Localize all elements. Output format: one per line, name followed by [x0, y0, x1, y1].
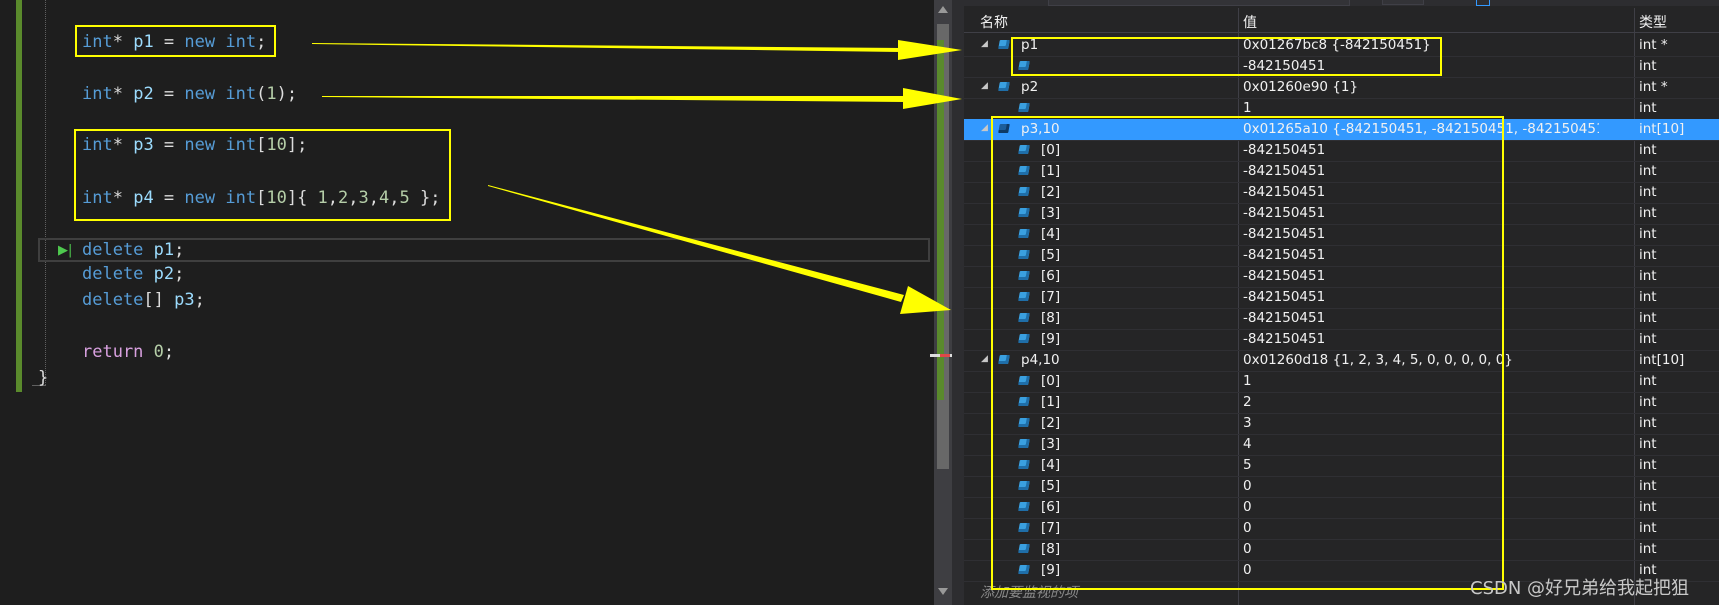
- code-line[interactable]: int* p2 = new int(1);: [82, 83, 297, 105]
- code-token: new: [184, 84, 216, 104]
- code-token: p1: [153, 240, 175, 260]
- watch-header: 名称 值 类型: [964, 8, 1719, 33]
- watch-type: int: [1639, 247, 1657, 263]
- watch-type: int: [1639, 163, 1657, 179]
- watch-type: int: [1639, 331, 1657, 347]
- change-tracking-bar: [16, 0, 22, 392]
- scrollbar-error-marker: [940, 354, 950, 357]
- code-token: []: [143, 290, 175, 310]
- watch-type: int: [1639, 373, 1657, 389]
- annotation-box-p1-code: [75, 25, 276, 57]
- code-line[interactable]: delete p2;: [82, 263, 184, 285]
- code-line[interactable]: }: [38, 367, 48, 389]
- column-header-name[interactable]: 名称: [980, 12, 1008, 32]
- code-token: ;: [194, 290, 205, 310]
- editor-scrollbar[interactable]: [930, 0, 954, 605]
- code-line[interactable]: delete[] p3;: [82, 289, 205, 311]
- code-token: *: [112, 84, 134, 104]
- code-editor[interactable]: ▶| int* p1 = new int; int* p2 = new int(1…: [0, 0, 954, 605]
- code-token: p2: [133, 84, 154, 104]
- watch-type: int: [1639, 289, 1657, 305]
- code-token: 1: [266, 84, 277, 104]
- scope-guide-line: [45, 0, 46, 385]
- watch-type: int: [1639, 478, 1657, 494]
- code-token: (: [256, 84, 267, 104]
- code-token: p2: [153, 264, 175, 284]
- collapse-triangle-icon[interactable]: ◢: [981, 81, 988, 91]
- watch-type: int: [1639, 268, 1657, 284]
- code-token: ;: [163, 342, 175, 362]
- code-token: return: [82, 342, 144, 362]
- watch-type: int: [1639, 226, 1657, 242]
- watch-toolbar: [964, 0, 1719, 6]
- collapse-triangle-icon[interactable]: ◢: [981, 123, 988, 133]
- code-line[interactable]: return 0;: [82, 341, 174, 363]
- scrollbar-change-marker: [937, 40, 944, 400]
- watch-type: int: [1639, 100, 1657, 116]
- pane-splitter[interactable]: [952, 0, 964, 605]
- collapse-triangle-icon[interactable]: ◢: [981, 39, 988, 49]
- watch-value[interactable]: 0x01260e90 {1}: [1243, 79, 1599, 95]
- watch-search-box[interactable]: [1048, 0, 1350, 6]
- watch-type: int: [1639, 310, 1657, 326]
- execution-arrow-icon: ▶|: [58, 243, 73, 258]
- annotation-box-p1-watch: [1011, 37, 1442, 76]
- scroll-up-icon[interactable]: [938, 6, 948, 13]
- code-token: ;: [174, 264, 185, 284]
- cube-icon: [1018, 103, 1030, 112]
- annotation-box-arrays-watch: [991, 116, 1504, 590]
- code-token: int: [82, 84, 113, 104]
- code-token: delete: [82, 264, 144, 284]
- watch-toolbar-button[interactable]: [1476, 0, 1490, 6]
- code-token: p3: [174, 290, 195, 310]
- watermark: CSDN @好兄弟给我起把狙: [1470, 578, 1690, 599]
- code-token: delete: [82, 240, 144, 260]
- watch-type: int: [1639, 184, 1657, 200]
- watch-type: int: [1639, 142, 1657, 158]
- collapse-triangle-icon[interactable]: ◢: [981, 354, 988, 364]
- column-header-value[interactable]: 值: [1243, 12, 1257, 32]
- watch-type: int *: [1639, 79, 1668, 95]
- watch-type: int: [1639, 436, 1657, 452]
- watch-type: int: [1639, 58, 1657, 74]
- code-token: delete: [82, 290, 144, 310]
- code-line[interactable]: delete p1;: [82, 239, 184, 261]
- watch-name[interactable]: p2: [1021, 79, 1038, 95]
- watch-type: int *: [1639, 37, 1668, 53]
- watch-type: int[10]: [1639, 352, 1685, 368]
- watch-type: int: [1639, 394, 1657, 410]
- watch-type: int: [1639, 457, 1657, 473]
- watch-type: int[10]: [1639, 121, 1685, 137]
- code-token: );: [276, 84, 298, 104]
- watch-type: int: [1639, 205, 1657, 221]
- code-token: =: [153, 84, 185, 104]
- watch-row[interactable]: ◢ p2 0x01260e90 {1} int *: [964, 77, 1719, 99]
- watch-type: int: [1639, 499, 1657, 515]
- watch-value[interactable]: 1: [1243, 100, 1599, 116]
- cube-icon: [998, 40, 1010, 49]
- cube-icon: [998, 82, 1010, 91]
- watch-type: int: [1639, 541, 1657, 557]
- code-token: 0: [153, 342, 164, 362]
- code-token: ;: [174, 240, 185, 260]
- annotation-box-p3-p4-code: [74, 129, 451, 221]
- scroll-down-icon[interactable]: [938, 588, 948, 595]
- code-token: int: [225, 84, 257, 104]
- watch-type: int: [1639, 520, 1657, 536]
- column-header-type[interactable]: 类型: [1639, 12, 1667, 32]
- watch-type: int: [1639, 415, 1657, 431]
- code-token: }: [38, 368, 49, 388]
- watch-depth-box[interactable]: [1382, 0, 1424, 5]
